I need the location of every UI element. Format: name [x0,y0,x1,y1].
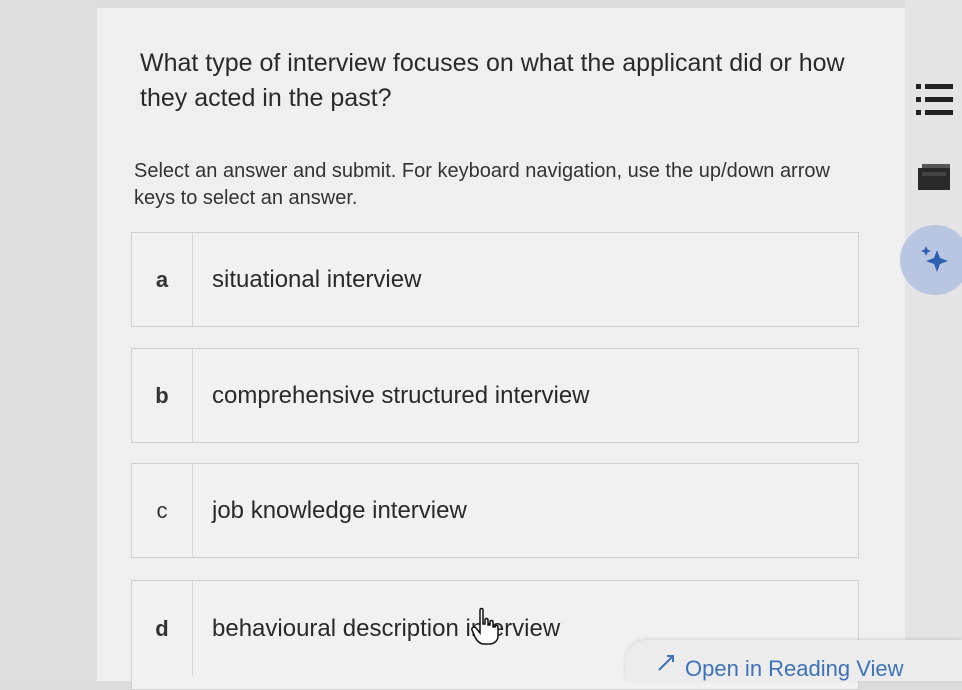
option-letter: d [132,581,193,676]
option-letter: b [132,349,193,442]
hand-cursor-icon [468,606,502,646]
reading-view-label: Open in Reading View [685,656,904,681]
answer-option-c[interactable]: c job knowledge interview [131,463,859,558]
sparkle-icon [921,246,948,272]
question-text: What type of interview focuses on what t… [140,49,845,112]
option-text: comprehensive structured interview [212,381,590,409]
expand-icon [658,655,674,671]
answer-option-a[interactable]: a situational interview [131,232,859,327]
option-text: behavioural description interview [212,614,561,642]
option-text: job knowledge interview [212,496,467,524]
option-text: situational interview [212,265,422,293]
open-reading-view-button[interactable]: Open in Reading View [625,640,962,681]
answer-option-b[interactable]: b comprehensive structured interview [131,348,859,443]
instructions-text: Select an answer and submit. For keyboar… [134,160,830,209]
list-icon[interactable] [912,80,956,120]
option-letter: c [132,464,193,557]
left-gutter [0,0,97,681]
option-letter: a [132,233,193,326]
ai-assistant-button[interactable] [900,225,962,295]
book-icon[interactable] [912,160,956,196]
